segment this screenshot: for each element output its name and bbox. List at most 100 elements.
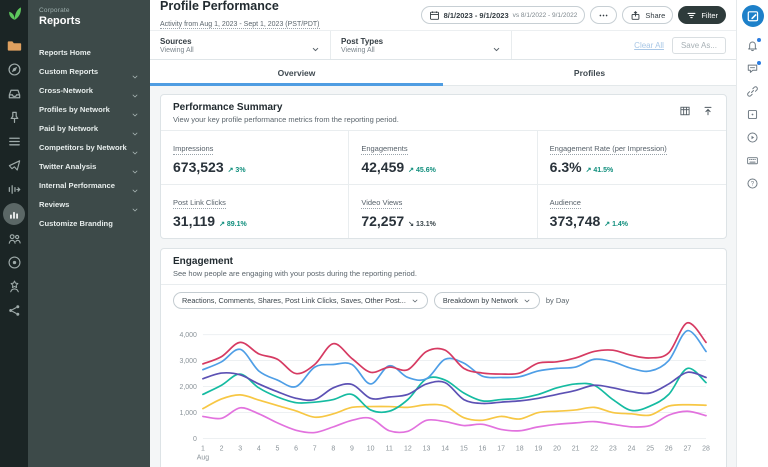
metric-value-row: 42,459 ↗ 45.6% <box>361 159 524 175</box>
chevron-down-icon <box>131 106 139 116</box>
sidebar-item-label: Custom Reports <box>39 67 99 76</box>
sidebar-item-label: Cross-Network <box>39 86 94 95</box>
feedback-bubble-icon[interactable] <box>746 61 761 75</box>
metric-select-value: Reactions, Comments, Shares, Post Link C… <box>182 296 406 305</box>
collapse-icon[interactable] <box>702 104 714 116</box>
svg-text:26: 26 <box>665 445 673 452</box>
metric-label[interactable]: Video Views <box>361 198 403 209</box>
sidebar-item-internal-performance[interactable]: Internal Performance <box>28 176 150 195</box>
metrics-grid: Impressions 673,523 ↗ 3% Engagements 42,459 ↗… <box>161 130 726 238</box>
metric-value-row: 673,523 ↗ 3% <box>173 159 336 175</box>
svg-text:10: 10 <box>367 445 375 452</box>
clear-all-link[interactable]: Clear All <box>634 41 664 50</box>
svg-text:2: 2 <box>220 445 224 452</box>
walkthrough-play-icon[interactable] <box>746 131 759 144</box>
table-view-icon[interactable] <box>679 104 691 116</box>
sidebar-item-competitors-by-network[interactable]: Competitors by Network <box>28 138 150 157</box>
metric-impressions: Impressions 673,523 ↗ 3% <box>161 130 350 184</box>
compass-icon[interactable] <box>7 62 22 77</box>
post-types-filter[interactable]: Post Types Viewing All <box>331 31 512 59</box>
sidebar-item-cross-network[interactable]: Cross-Network <box>28 81 150 100</box>
share-button[interactable]: Share <box>622 6 674 24</box>
metric-value: 31,119 <box>173 213 216 229</box>
sidebar-item-reviews[interactable]: Reviews <box>28 195 150 214</box>
keyboard-icon[interactable] <box>746 154 759 167</box>
sidebar-item-label: Customize Branding <box>39 219 113 228</box>
engagement-chart: 01,0002,0003,0004,0001 2 3 4 5 6 7 8 9 10 11 12 13 14… <box>179 322 710 461</box>
bar-chart-icon[interactable] <box>3 203 25 225</box>
people-icon[interactable] <box>7 231 22 246</box>
metric-label[interactable]: Audience <box>549 198 581 209</box>
post-types-value: Viewing All <box>341 46 375 54</box>
sidebar-title: Reports <box>39 15 81 27</box>
window-icon[interactable] <box>746 108 759 121</box>
sidebar-item-profiles-by-network[interactable]: Profiles by Network <box>28 100 150 119</box>
sidebar-item-reports-home[interactable]: Reports Home <box>28 43 150 62</box>
badge-star-icon[interactable] <box>7 279 22 294</box>
svg-text:19: 19 <box>534 445 542 452</box>
save-as-button[interactable]: Save As... <box>671 36 726 54</box>
post-types-filter-text: Post Types Viewing All <box>341 37 383 54</box>
tab-label: Overview <box>277 67 316 78</box>
engagement-title: Engagement <box>173 256 234 267</box>
link-icon[interactable] <box>746 85 759 98</box>
sidebar-item-custom-reports[interactable]: Custom Reports <box>28 62 150 81</box>
metric-change: ↘ 13.1% <box>408 221 436 228</box>
ellipsis-icon <box>598 10 609 21</box>
by-day-label: by Day <box>545 296 570 305</box>
eye-icon[interactable] <box>7 255 22 270</box>
more-options-button[interactable] <box>590 6 618 24</box>
svg-text:3: 3 <box>238 445 242 452</box>
post-types-label: Post Types <box>341 36 384 46</box>
pin-icon[interactable] <box>7 110 22 125</box>
svg-text:20: 20 <box>553 445 561 452</box>
svg-text:0: 0 <box>193 436 197 443</box>
sidebar-item-label: Reviews <box>39 200 70 209</box>
tab-profiles[interactable]: Profiles <box>443 60 736 85</box>
tab-overview[interactable]: Overview <box>150 60 443 86</box>
compose-button[interactable] <box>741 5 764 27</box>
sidebar-item-customize-branding[interactable]: Customize Branding <box>28 214 150 233</box>
metric-label[interactable]: Engagements <box>361 144 408 155</box>
list-icon[interactable] <box>7 134 22 149</box>
filter-label: Filter <box>701 10 718 20</box>
notification-dot <box>757 38 761 42</box>
metric-value-row: 31,119 ↗ 89.1% <box>173 213 336 229</box>
sidebar-item-twitter-analysis[interactable]: Twitter Analysis <box>28 157 150 176</box>
metric-value-row: 6.3% ↗ 41.5% <box>550 159 714 175</box>
sidebar-item-label: Twitter Analysis <box>39 162 97 171</box>
date-range-value: 8/1/2023 - 9/1/2023 <box>443 10 509 20</box>
svg-text:9: 9 <box>350 445 354 452</box>
engagement-chart-wrap: 0 1,000 2,000 3,000 4,000 1 2 3 4 5 6 7 8 9 10 11 12 13 14… <box>161 313 726 467</box>
svg-text:?: ? <box>751 181 755 188</box>
sources-filter[interactable]: Sources Viewing All <box>150 31 331 59</box>
tab-label: Profiles <box>573 67 606 78</box>
series-line-instagram <box>202 322 707 376</box>
help-icon[interactable]: ? <box>746 177 759 190</box>
breakdown-select-dropdown[interactable]: Breakdown by Network <box>433 292 540 309</box>
metric-label[interactable]: Engagement Rate (per Impression) <box>549 144 667 155</box>
sidebar-item-label: Competitors by Network <box>39 143 127 152</box>
engagement-card: Engagement See how people are engaging w… <box>160 248 727 467</box>
folder-icon[interactable] <box>7 38 22 53</box>
date-range-picker[interactable]: 8/1/2023 - 9/1/2023 vs 8/1/2022 - 9/1/20… <box>420 6 586 24</box>
svg-text:11: 11 <box>386 445 393 452</box>
chevron-down-icon <box>311 41 320 51</box>
filter-button[interactable]: Filter <box>678 6 726 24</box>
metric-label[interactable]: Post Link Clicks <box>173 198 226 209</box>
notifications-bell-icon[interactable] <box>746 38 761 52</box>
inbox-icon[interactable] <box>7 86 22 101</box>
svg-text:17: 17 <box>497 445 505 452</box>
paper-plane-icon[interactable] <box>7 158 22 173</box>
sprout-leaf-logo[interactable] <box>6 5 23 22</box>
chevron-down-icon <box>131 87 139 97</box>
chevron-down-icon <box>131 125 139 135</box>
metric-select-dropdown[interactable]: Reactions, Comments, Shares, Post Link C… <box>173 292 428 309</box>
waveform-icon[interactable] <box>7 182 22 197</box>
network-nodes-icon[interactable] <box>7 303 22 318</box>
page-subtitle[interactable]: Activity from Aug 1, 2023 - Sept 1, 2023… <box>160 21 320 29</box>
svg-text:16: 16 <box>479 445 487 452</box>
metric-value: 373,748 <box>549 213 601 229</box>
sidebar-item-paid-by-network[interactable]: Paid by Network <box>28 119 150 138</box>
metric-label[interactable]: Impressions <box>173 144 214 155</box>
